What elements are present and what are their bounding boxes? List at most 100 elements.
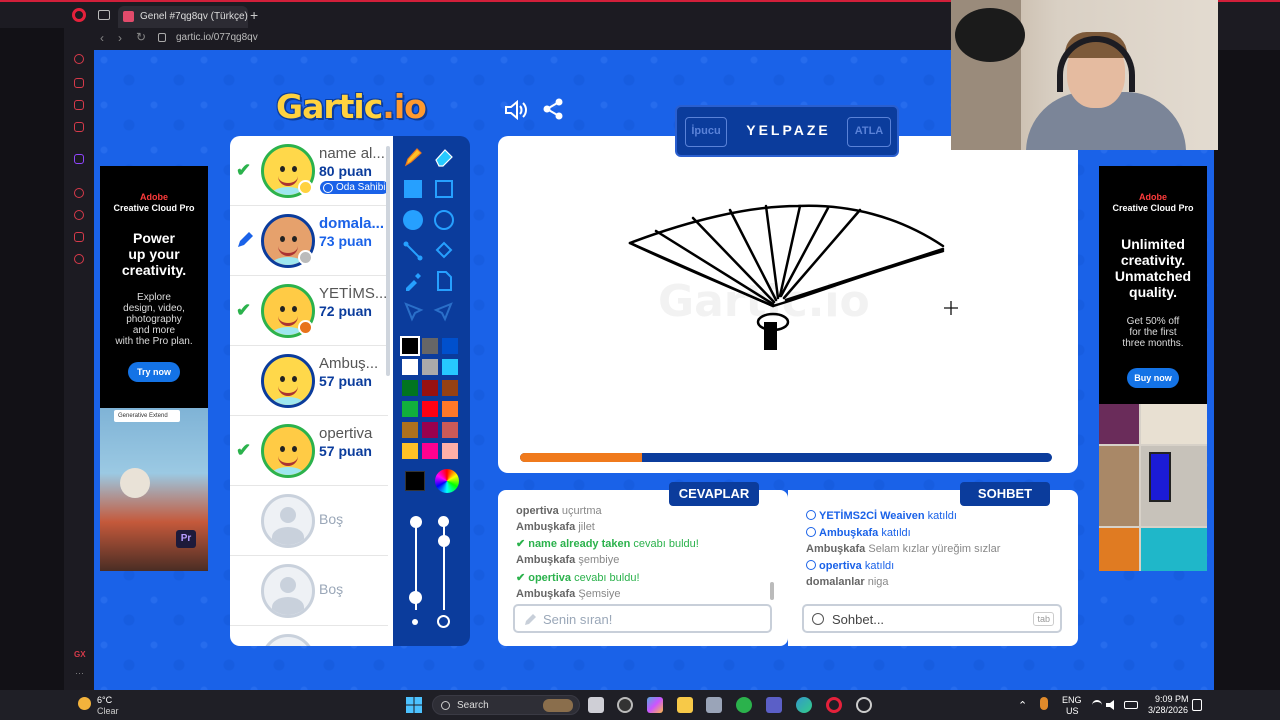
fill-bucket-icon[interactable] <box>433 240 455 262</box>
windows-start-icon[interactable] <box>406 697 422 713</box>
gartic-logo[interactable]: Gartic.io <box>276 87 427 126</box>
tray-overflow-icon[interactable]: ⌃ <box>1018 699 1027 712</box>
color-swatch[interactable] <box>402 401 418 417</box>
color-swatch[interactable] <box>400 336 420 356</box>
clock-date[interactable]: 3/28/2026 <box>1148 705 1188 715</box>
back-icon[interactable]: ‹ <box>100 31 104 45</box>
weather-desc[interactable]: Clear <box>97 706 119 716</box>
color-swatch[interactable] <box>402 380 418 396</box>
player-row[interactable]: domala... 73 puan <box>230 206 388 276</box>
new-tab-icon[interactable]: + <box>250 7 258 23</box>
player-row[interactable]: Ambuş... 57 puan <box>230 346 388 416</box>
player-icon[interactable] <box>74 188 84 198</box>
gx-label[interactable]: GX <box>74 650 86 659</box>
opacity-slider[interactable] <box>443 520 445 610</box>
clock-time[interactable]: 9:09 PM <box>1155 694 1189 704</box>
opera-logo-icon[interactable] <box>72 8 86 22</box>
answers-scrollbar[interactable] <box>770 582 774 600</box>
store-icon[interactable] <box>706 697 722 713</box>
tab-islands-icon[interactable] <box>98 10 110 20</box>
color-swatch[interactable] <box>442 443 458 459</box>
color-swatch[interactable] <box>402 359 418 375</box>
player-row[interactable]: ✔ name al... 80 puan Oda Sahibi <box>230 136 390 206</box>
color-swatch[interactable] <box>442 359 458 375</box>
slider-top-knob[interactable] <box>410 516 422 528</box>
undo-icon[interactable] <box>402 300 424 322</box>
messenger-icon[interactable] <box>74 122 84 132</box>
tab-gartic[interactable]: Genel #7qg8qv (Türkçe) - <box>118 6 248 28</box>
url-text[interactable]: gartic.io/077qg8qv <box>176 32 258 43</box>
page-icon[interactable] <box>433 270 455 292</box>
language[interactable]: ENG <box>1062 695 1082 705</box>
line-tool-icon[interactable] <box>402 240 424 262</box>
settings-icon[interactable] <box>74 254 84 264</box>
opera-taskbar-icon[interactable] <box>826 697 842 713</box>
rect-tool-icon[interactable] <box>435 180 453 198</box>
weather-moon-icon[interactable] <box>78 697 91 710</box>
eyedropper-icon[interactable] <box>402 270 424 292</box>
weather-temp[interactable]: 6°C <box>97 695 112 705</box>
copilot-icon[interactable] <box>647 697 663 713</box>
region[interactable]: US <box>1066 706 1079 716</box>
skip-button[interactable]: ATLA <box>847 117 891 147</box>
pencil-tool-icon[interactable] <box>402 146 424 168</box>
color-swatch[interactable] <box>442 401 458 417</box>
reload-icon[interactable]: ↻ <box>136 30 146 44</box>
color-swatch[interactable] <box>402 443 418 459</box>
share-icon[interactable] <box>542 98 564 120</box>
chat-icon[interactable] <box>74 100 84 110</box>
opacity-knob[interactable] <box>438 535 450 547</box>
taskbar-search[interactable]: Search <box>432 695 580 715</box>
speaker-icon[interactable] <box>504 100 528 120</box>
players-scrollbar[interactable] <box>386 146 390 376</box>
mic-icon[interactable] <box>1040 697 1048 710</box>
color-swatch[interactable] <box>422 401 438 417</box>
color-swatch[interactable] <box>422 443 438 459</box>
filled-ellipse-tool-icon[interactable] <box>403 210 423 230</box>
right-ad-banner[interactable]: Adobe Creative Cloud Pro Unlimited creati… <box>1099 166 1207 571</box>
notification-icon[interactable] <box>1192 699 1202 711</box>
ellipse-tool-icon[interactable] <box>434 210 454 230</box>
task-view-icon[interactable] <box>588 697 604 713</box>
opera-ai-icon[interactable] <box>74 54 84 64</box>
answer-input[interactable]: Senin sıran! <box>513 604 772 633</box>
eraser-tool-icon[interactable] <box>433 146 455 168</box>
left-ad-banner[interactable]: Adobe Creative Cloud Pro Power up your cr… <box>100 166 208 571</box>
color-swatch[interactable] <box>422 359 438 375</box>
bag-icon[interactable] <box>74 78 84 88</box>
twitch-icon[interactable] <box>74 154 84 164</box>
edge-icon[interactable] <box>796 697 812 713</box>
color-swatch[interactable] <box>442 338 458 354</box>
filled-rect-tool-icon[interactable] <box>404 180 422 198</box>
battery-icon[interactable] <box>1124 701 1138 709</box>
drawing-canvas[interactable]: Gartic.io <box>498 136 1078 473</box>
hint-button[interactable]: İpucu <box>685 117 727 147</box>
wifi-icon[interactable] <box>1092 700 1102 710</box>
teams-icon[interactable] <box>766 697 782 713</box>
ad-cta-button[interactable]: Try now <box>128 362 180 382</box>
color-swatch[interactable] <box>442 422 458 438</box>
current-color-swatch[interactable] <box>405 471 425 491</box>
color-swatch[interactable] <box>422 338 438 354</box>
sidebar-more-icon[interactable]: ··· <box>75 668 84 678</box>
brush-size-knob[interactable] <box>409 591 422 604</box>
color-swatch[interactable] <box>402 422 418 438</box>
xbox-icon[interactable] <box>736 697 752 713</box>
extensions-icon[interactable] <box>74 232 84 242</box>
file-explorer-icon[interactable] <box>677 697 693 713</box>
redo-icon[interactable] <box>433 300 455 322</box>
chat-input[interactable]: Sohbet... tab <box>802 604 1062 633</box>
color-swatch[interactable] <box>422 380 438 396</box>
player-row[interactable]: ✔ opertiva 57 puan <box>230 416 388 486</box>
volume-icon[interactable] <box>1106 700 1114 710</box>
color-swatch[interactable] <box>422 422 438 438</box>
history-icon[interactable] <box>74 210 84 220</box>
color-wheel-icon[interactable] <box>435 469 459 493</box>
ad-cta-button[interactable]: Buy now <box>1127 368 1179 388</box>
dell-icon[interactable] <box>617 697 633 713</box>
player-row[interactable]: ✔ YETİMS... 72 puan <box>230 276 388 346</box>
color-swatch[interactable] <box>442 380 458 396</box>
steam-icon[interactable] <box>856 697 872 713</box>
forward-icon[interactable]: › <box>118 31 122 45</box>
slider-top-knob[interactable] <box>438 516 449 527</box>
